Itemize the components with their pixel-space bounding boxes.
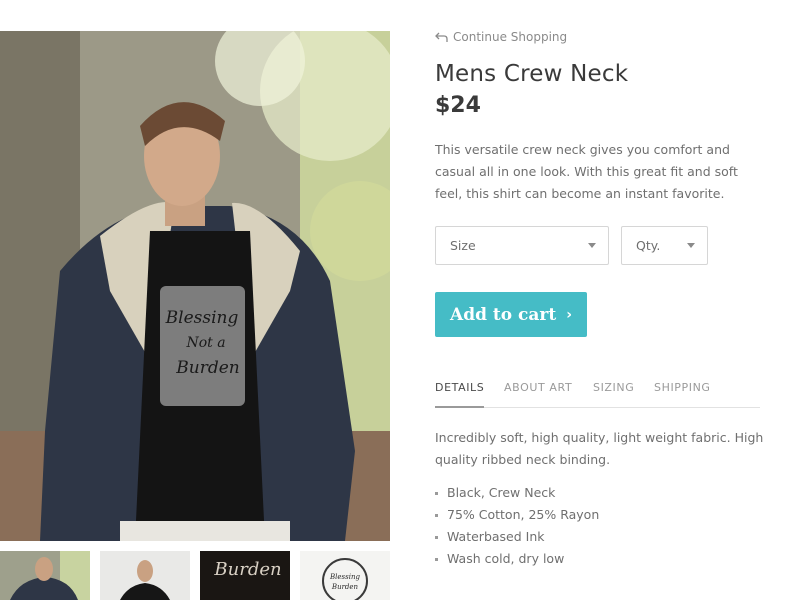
model-photo: Blessing Not a Burden xyxy=(0,31,390,541)
list-item: Wash cold, dry low xyxy=(435,548,599,570)
list-item: 75% Cotton, 25% Rayon xyxy=(435,504,599,526)
svg-text:Burden: Burden xyxy=(213,559,281,580)
svg-text:Not a: Not a xyxy=(185,335,225,351)
size-select-label: Size xyxy=(450,238,476,253)
thumbnail-strip: Burden Blessing Burden xyxy=(0,551,390,600)
svg-text:Burden: Burden xyxy=(175,358,239,378)
tab-sizing[interactable]: SIZING xyxy=(593,381,634,408)
shirt-print-text: Blessing xyxy=(165,308,239,328)
bullet-icon xyxy=(435,492,438,495)
quantity-select[interactable]: Qty. xyxy=(621,226,708,265)
svg-text:Blessing: Blessing xyxy=(329,573,360,581)
size-select[interactable]: Size xyxy=(435,226,609,265)
continue-shopping-link[interactable]: Continue Shopping xyxy=(435,29,567,45)
svg-text:Burden: Burden xyxy=(331,583,359,591)
feature-list: Black, Crew Neck 75% Cotton, 25% Rayon W… xyxy=(435,482,599,570)
tab-shipping[interactable]: SHIPPING xyxy=(654,381,711,408)
list-item: Black, Crew Neck xyxy=(435,482,599,504)
model-jacket-thumbnail[interactable] xyxy=(0,551,90,600)
return-arrow-icon xyxy=(435,32,448,42)
list-item: Waterbased Ink xyxy=(435,526,599,548)
chevron-right-icon: › xyxy=(566,306,572,323)
tab-details[interactable]: DETAILS xyxy=(435,381,484,408)
chevron-down-icon xyxy=(588,243,596,248)
continue-shopping-label: Continue Shopping xyxy=(453,30,568,44)
product-price: $24 xyxy=(435,93,481,118)
bullet-icon xyxy=(435,514,438,517)
chevron-down-icon xyxy=(687,243,695,248)
bullet-icon xyxy=(435,558,438,561)
bullet-icon xyxy=(435,536,438,539)
quantity-select-label: Qty. xyxy=(636,238,661,253)
tab-about-art[interactable]: ABOUT ART xyxy=(504,381,572,408)
add-to-cart-button[interactable]: Add to cart › xyxy=(435,292,587,337)
details-description: Incredibly soft, high quality, light wei… xyxy=(435,430,764,467)
add-to-cart-label: Add to cart xyxy=(450,304,557,325)
print-closeup-thumbnail[interactable]: Burden xyxy=(200,551,290,600)
print-art-thumbnail[interactable]: Blessing Burden xyxy=(300,551,390,600)
product-hero-image: Blessing Not a Burden xyxy=(0,31,390,541)
model-front-thumbnail[interactable] xyxy=(100,551,190,600)
product-info-tabs: DETAILS ABOUT ART SIZING SHIPPING xyxy=(435,381,760,408)
product-description: This versatile crew neck gives you comfo… xyxy=(435,142,738,201)
product-title: Mens Crew Neck xyxy=(435,61,629,87)
